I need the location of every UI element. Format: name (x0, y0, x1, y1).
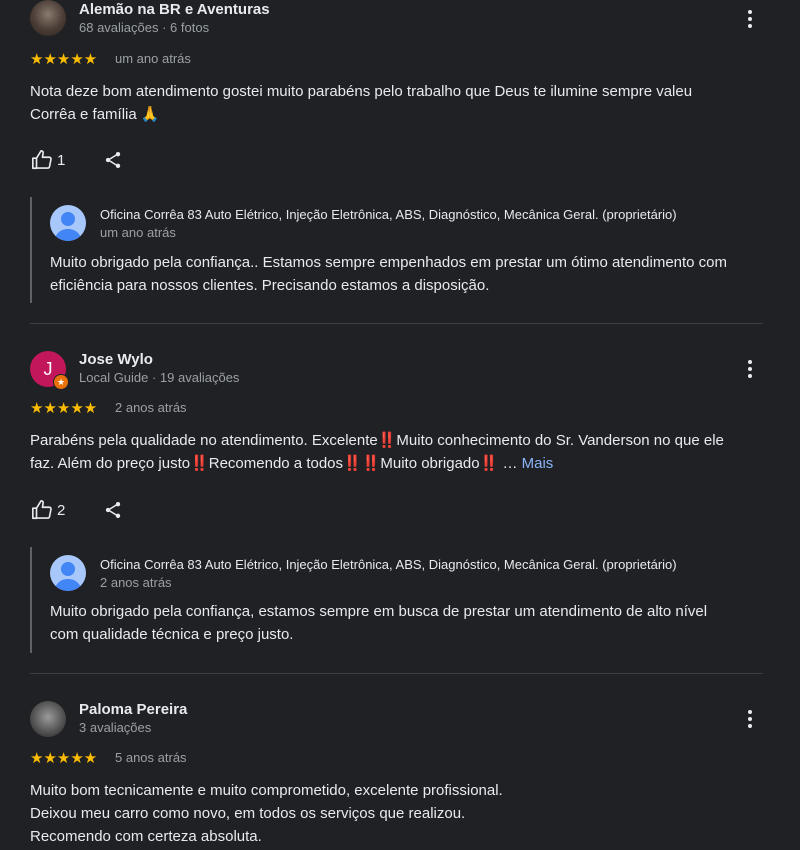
owner-avatar-icon (50, 555, 86, 591)
review-text-line: faz. Além do preço justo‼️Recomendo a to… (30, 452, 770, 475)
review-divider (30, 323, 763, 324)
review-date: um ano atrás (115, 51, 191, 66)
reviewer-name[interactable]: Paloma Pereira (79, 701, 187, 718)
reviewer-meta: 68 avaliações · 6 fotos (79, 20, 210, 35)
owner-reply-text: Muito obrigado pela confiança, estamos s… (50, 600, 770, 646)
owner-reply-text: Muito obrigado pela confiança.. Estamos … (50, 251, 770, 297)
review-text-line: Parabéns pela qualidade no atendimento. … (30, 432, 724, 449)
star-rating: ★★★★★ (30, 51, 98, 68)
like-count: 1 (57, 152, 66, 169)
reviewer-avatar[interactable]: J ★ (30, 351, 69, 390)
review-text: Muito bom tecnicamente e muito compromet… (30, 779, 770, 848)
review-text-line: Nota deze bom atendimento gostei muito p… (30, 83, 693, 100)
review-divider (30, 673, 763, 674)
reviewer-meta: 3 avaliações (79, 720, 152, 735)
owner-reply-date: um ano atrás (100, 225, 176, 240)
star-rating: ★★★★★ (30, 750, 98, 767)
owner-reply-bar (30, 197, 32, 303)
review-text: Parabéns pela qualidade no atendimento. … (30, 429, 770, 475)
more-link[interactable]: Mais (522, 455, 554, 472)
star-rating: ★★★★★ (30, 400, 98, 417)
owner-avatar-icon (50, 205, 86, 241)
more-options-icon[interactable] (744, 358, 756, 382)
reviewer-meta: Local Guide · 19 avaliações (79, 370, 240, 385)
thumb-up-icon[interactable] (31, 149, 53, 171)
share-icon[interactable] (103, 150, 123, 170)
review-date: 5 anos atrás (115, 750, 187, 765)
owner-reply-line: Muito obrigado pela confiança.. Estamos … (50, 254, 728, 271)
local-guide-star-icon: ★ (53, 374, 69, 390)
review-text: Nota deze bom atendimento gostei muito p… (30, 80, 770, 126)
review-date: 2 anos atrás (115, 400, 187, 415)
like-count: 2 (57, 502, 66, 519)
review-text-line: Recomendo com certeza absoluta. (30, 828, 262, 845)
owner-reply-date: 2 anos atrás (100, 575, 172, 590)
thumb-up-icon[interactable] (31, 499, 53, 521)
reviewer-name[interactable]: Alemão na BR e Aventuras (79, 1, 270, 18)
reviewer-name[interactable]: Jose Wylo (79, 351, 153, 368)
owner-name: Oficina Corrêa 83 Auto Elétrico, Injeção… (100, 207, 677, 222)
owner-reply-bar (30, 547, 32, 653)
more-options-icon[interactable] (744, 8, 756, 32)
reviewer-avatar[interactable] (30, 0, 66, 36)
review-text-segment: faz. Além do preço justo‼️Recomendo a to… (30, 455, 518, 472)
owner-name: Oficina Corrêa 83 Auto Elétrico, Injeção… (100, 557, 677, 572)
review-text-line: Muito bom tecnicamente e muito compromet… (30, 782, 503, 799)
more-options-icon[interactable] (744, 708, 756, 732)
share-icon[interactable] (103, 500, 123, 520)
reviewer-avatar[interactable] (30, 701, 66, 737)
owner-reply-line: eficiência para nossos clientes. Precisa… (50, 277, 490, 294)
owner-reply-line: com qualidade técnica e preço justo. (50, 626, 294, 643)
review-text-line: Deixou meu carro como novo, em todos os … (30, 805, 466, 822)
review-text-line: Corrêa e família 🙏 (30, 106, 160, 123)
owner-reply-line: Muito obrigado pela confiança, estamos s… (50, 603, 708, 620)
avatar-letter: J (43, 359, 53, 379)
